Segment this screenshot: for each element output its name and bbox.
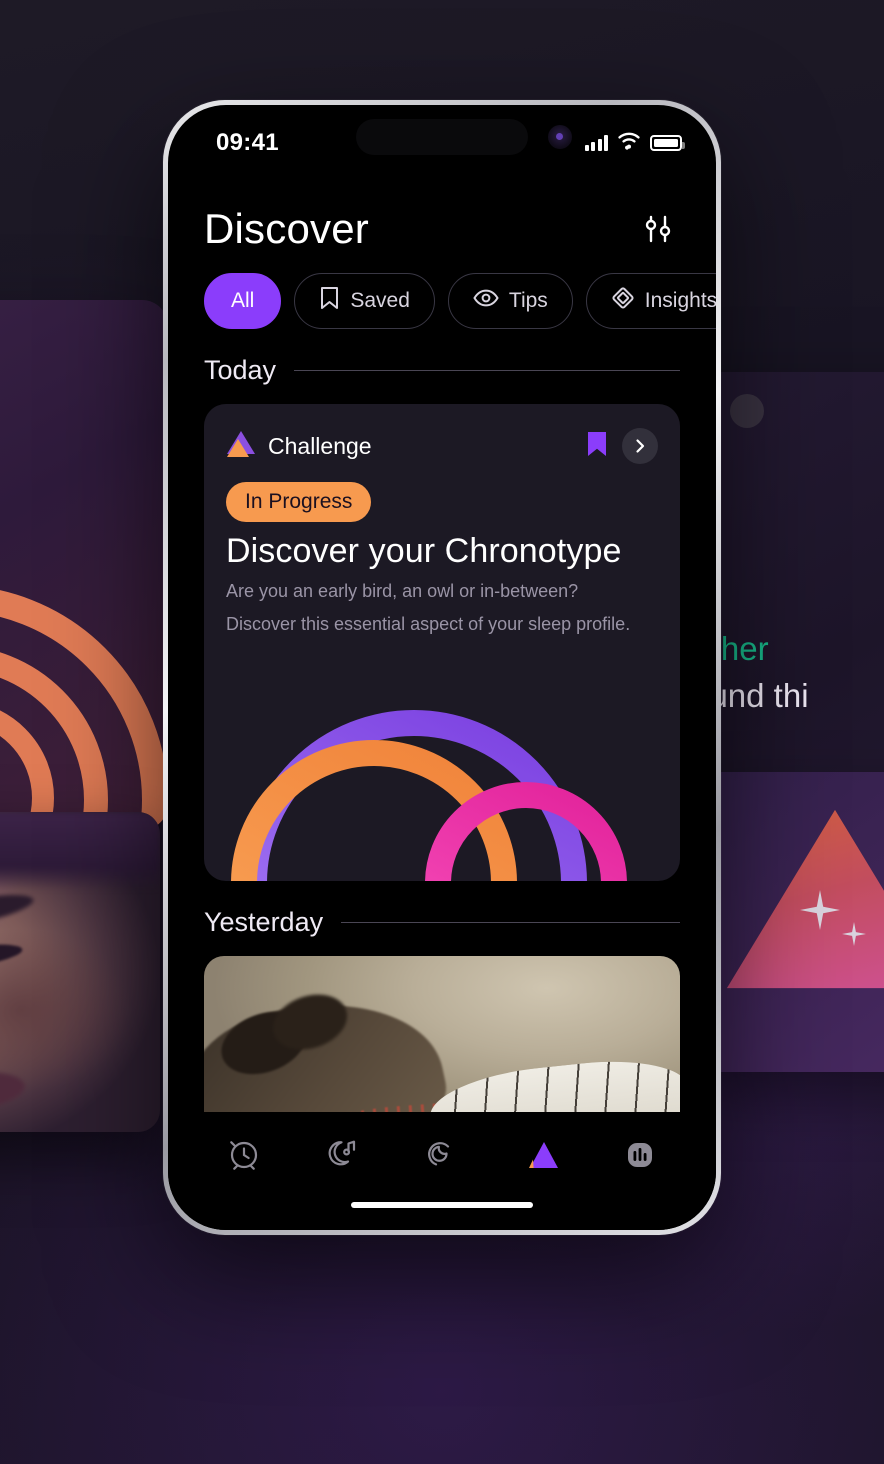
tab-alarm[interactable] [214, 1128, 274, 1182]
photo-brow [0, 887, 36, 947]
tab-stats[interactable] [610, 1128, 670, 1182]
card-actions [586, 428, 658, 464]
chip-insights[interactable]: Insights [585, 273, 716, 329]
section-header-today: Today [168, 355, 716, 386]
home-indicator[interactable] [351, 1202, 533, 1208]
chip-all-label: All [231, 289, 255, 312]
chevron-right-icon[interactable] [622, 428, 658, 464]
card-title: Discover your Chronotype [226, 532, 622, 570]
chip-tips[interactable]: Tips [447, 273, 573, 329]
chip-saved[interactable]: Saved [294, 273, 435, 329]
section-header-yesterday: Yesterday [168, 907, 716, 938]
wifi-icon [617, 132, 641, 155]
tab-discover[interactable] [511, 1128, 571, 1182]
dynamic-island [356, 119, 572, 155]
section-label: Today [204, 355, 277, 385]
background-photo-sleeping-face [0, 812, 160, 1132]
phone-screen: 09:41 Discover All Saved Tips Insights T… [168, 105, 716, 1230]
background-right-circle-button [730, 394, 764, 428]
status-time: 09:41 [216, 129, 279, 156]
challenge-card[interactable]: Challenge In Progress Discover your Chro… [204, 404, 680, 881]
photo-hair [0, 812, 160, 890]
photo-eyelid [0, 939, 24, 981]
section-label: Yesterday [204, 906, 324, 937]
chip-insights-label: Insights [644, 289, 716, 312]
card-brand-label: Challenge [268, 432, 372, 459]
card-description-line-2: Discover this essential aspect of your s… [226, 613, 631, 634]
background-card-left: Challenge Complete Discover yo Morning t… [0, 300, 168, 830]
inner-arc [425, 781, 627, 881]
eye-icon [473, 288, 499, 314]
tab-sounds[interactable] [313, 1128, 373, 1182]
chip-saved-label: Saved [350, 289, 410, 312]
triangle-logo-icon [226, 430, 256, 463]
status-bar: 09:41 [168, 105, 716, 181]
yesterday-photo-card[interactable] [204, 955, 680, 1136]
chronotype-arcs-illustration [204, 643, 680, 881]
front-camera-icon [548, 125, 572, 149]
card-header: Challenge [204, 404, 680, 464]
card-description-line-1: Are you an early bird, an owl or in-betw… [226, 581, 579, 601]
bookmark-outline-icon [319, 286, 340, 316]
section-divider [294, 370, 680, 371]
status-icons [584, 132, 685, 155]
filter-chips: All Saved Tips Insights [168, 253, 716, 329]
tab-bar [168, 1112, 716, 1230]
diamond-icon [611, 286, 635, 316]
rounded-triangle-shape [726, 809, 884, 989]
bookmark-filled-icon[interactable] [586, 431, 608, 462]
status-badge: In Progress [226, 482, 372, 522]
tab-sleep[interactable] [412, 1128, 472, 1182]
phone-device: 09:41 Discover All Saved Tips Insights T… [163, 100, 721, 1235]
chip-tips-label: Tips [508, 289, 548, 312]
chip-all[interactable]: All [204, 273, 282, 329]
battery-full-icon [650, 135, 685, 151]
photo-lips [0, 1067, 27, 1117]
page-title: Discover [204, 205, 369, 252]
scene: Challenge Complete Discover yo Morning t… [0, 0, 884, 1464]
app-header: Discover [168, 181, 716, 253]
sliders-filter-icon[interactable] [636, 207, 680, 251]
cellular-bars-icon [584, 135, 608, 151]
card-brand: Challenge [226, 430, 372, 463]
section-divider [341, 921, 680, 923]
